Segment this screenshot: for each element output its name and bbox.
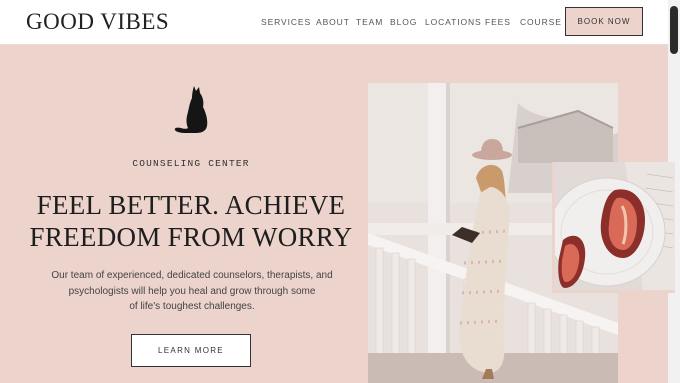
nav-item-team[interactable]: TEAM	[356, 17, 383, 27]
nav-item-blog[interactable]: BLOG	[390, 17, 417, 27]
figs-on-plate-photo	[552, 162, 675, 293]
description-line-3: of life's toughest challenges.	[129, 301, 255, 312]
nav-item-services[interactable]: SERVICES	[261, 17, 311, 27]
site-header: GOOD VIBES SERVICES ABOUT TEAM BLOG LOCA…	[0, 0, 668, 45]
book-now-button[interactable]: BOOK NOW	[565, 7, 643, 36]
hero-description: Our team of experienced, dedicated couns…	[47, 268, 337, 315]
site-logo[interactable]: GOOD VIBES	[26, 9, 169, 35]
scrollbar-thumb[interactable]	[670, 6, 678, 54]
nav-item-course[interactable]: COURSE	[520, 17, 562, 27]
headline-line-2: FREEDOM FROM WORRY	[29, 222, 353, 252]
nav-item-fees[interactable]: FEES	[485, 17, 511, 27]
headline-line-1: FEEL BETTER. ACHIEVE	[36, 190, 346, 220]
description-line-2: psychologists will help you heal and gro…	[68, 285, 316, 297]
hero-headline: FEEL BETTER. ACHIEVE FREEDOM FROM WORRY	[0, 189, 382, 253]
description-line-1: Our team of experienced, dedicated couns…	[51, 270, 333, 281]
cat-silhouette-icon	[174, 86, 208, 133]
eyebrow-text: COUNSELING CENTER	[132, 158, 250, 169]
nav-item-locations[interactable]: LOCATIONS	[425, 17, 482, 27]
learn-more-button[interactable]: LEARN MORE	[131, 334, 251, 367]
nav-item-about[interactable]: ABOUT	[316, 17, 350, 27]
